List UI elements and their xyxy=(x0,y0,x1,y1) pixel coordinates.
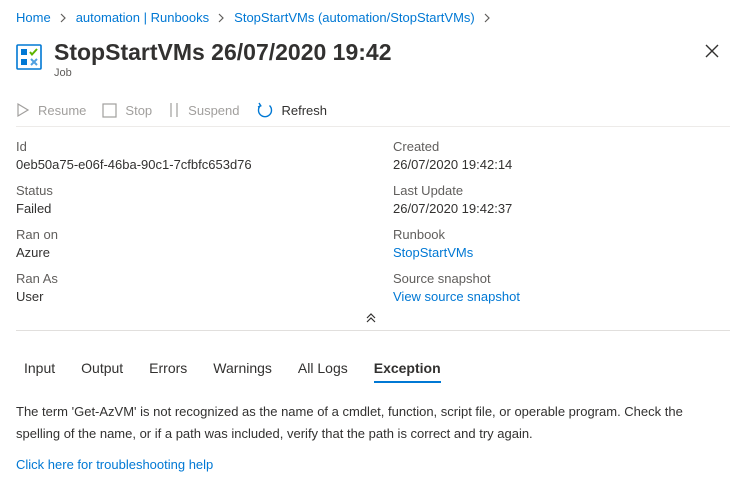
field-label: Source snapshot xyxy=(393,271,491,286)
view-source-snapshot-link[interactable]: View source snapshot xyxy=(393,288,733,306)
field-status: Status Failed xyxy=(16,182,356,226)
field-label: Last Update xyxy=(393,183,464,198)
field-label: Created xyxy=(393,139,440,154)
tab-exception[interactable]: Exception xyxy=(373,360,441,383)
tab-errors[interactable]: Errors xyxy=(149,360,187,381)
double-chevron-up-icon xyxy=(366,313,376,323)
exception-message: The term 'Get-AzVM' is not recognized as… xyxy=(16,404,683,441)
runbook-link[interactable]: StopStartVMs xyxy=(393,244,733,262)
divider xyxy=(16,126,730,127)
page-subtitle: Job xyxy=(54,67,72,79)
collapse-essentials-button[interactable] xyxy=(364,311,378,325)
resume-label: Resume xyxy=(38,102,87,118)
header-text: StopStartVMs 26/07/2020 19:42 Job xyxy=(54,38,392,79)
field-created: Created 26/07/2020 19:42:14 xyxy=(393,138,733,182)
stop-button[interactable]: Stop xyxy=(102,103,152,118)
chevron-right-icon xyxy=(60,13,67,23)
runbook-job-icon xyxy=(16,44,42,70)
refresh-label: Refresh xyxy=(281,102,328,118)
tab-warnings[interactable]: Warnings xyxy=(213,360,272,381)
breadcrumb-runbook[interactable]: StopStartVMs (automation/StopStartVMs) xyxy=(234,10,475,25)
field-ran-on: Ran on Azure xyxy=(16,226,356,270)
page-title: StopStartVMs 26/07/2020 19:42 xyxy=(54,39,392,65)
field-runbook: Runbook StopStartVMs xyxy=(393,226,733,270)
field-label: Ran As xyxy=(16,271,58,286)
field-value: 0eb50a75-e06f-46ba-90c1-7cfbfc653d76 xyxy=(16,157,252,172)
command-bar: Resume Stop Suspend Refresh xyxy=(16,98,343,122)
tab-output[interactable]: Output xyxy=(81,360,123,381)
breadcrumb-home[interactable]: Home xyxy=(16,10,51,25)
divider xyxy=(16,330,730,331)
output-tabs: Input Output Errors Warnings All Logs Ex… xyxy=(24,360,467,383)
troubleshooting-help-link[interactable]: Click here for troubleshooting help xyxy=(16,457,213,472)
refresh-icon xyxy=(256,101,274,119)
stop-label: Stop xyxy=(125,102,153,118)
breadcrumb-runbooks[interactable]: automation | Runbooks xyxy=(76,10,209,25)
close-icon xyxy=(705,44,719,58)
details-left-column: Id 0eb50a75-e06f-46ba-90c1-7cfbfc653d76 … xyxy=(16,138,356,314)
field-value: User xyxy=(16,289,44,304)
details-right-column: Created 26/07/2020 19:42:14 Last Update … xyxy=(393,138,733,314)
chevron-right-icon xyxy=(218,13,225,23)
tab-all-logs[interactable]: All Logs xyxy=(298,360,348,381)
field-label: Ran on xyxy=(16,227,58,242)
field-value: 26/07/2020 19:42:14 xyxy=(393,157,513,172)
resume-button[interactable]: Resume xyxy=(16,102,86,118)
tab-input[interactable]: Input xyxy=(24,360,55,381)
breadcrumb: Home automation | Runbooks StopStartVMs … xyxy=(16,10,500,25)
field-label: Id xyxy=(16,139,27,154)
field-last-update: Last Update 26/07/2020 19:42:37 xyxy=(393,182,733,226)
suspend-button[interactable]: Suspend xyxy=(168,102,240,118)
page-header: StopStartVMs 26/07/2020 19:42 Job xyxy=(16,38,392,79)
stop-icon xyxy=(102,102,118,118)
chevron-right-icon xyxy=(484,13,491,23)
field-source-snapshot: Source snapshot View source snapshot xyxy=(393,270,733,314)
field-value: 26/07/2020 19:42:37 xyxy=(393,201,513,216)
field-label: Status xyxy=(16,183,53,198)
field-ran-as: Ran As User xyxy=(16,270,356,314)
close-button[interactable] xyxy=(703,42,721,60)
suspend-label: Suspend xyxy=(188,102,240,118)
play-icon xyxy=(16,102,30,118)
pause-icon xyxy=(168,102,180,118)
refresh-button[interactable]: Refresh xyxy=(256,101,328,119)
field-value: Azure xyxy=(16,245,50,260)
status-value: Failed xyxy=(16,201,52,216)
field-label: Runbook xyxy=(393,227,446,242)
field-id: Id 0eb50a75-e06f-46ba-90c1-7cfbfc653d76 xyxy=(16,138,356,182)
